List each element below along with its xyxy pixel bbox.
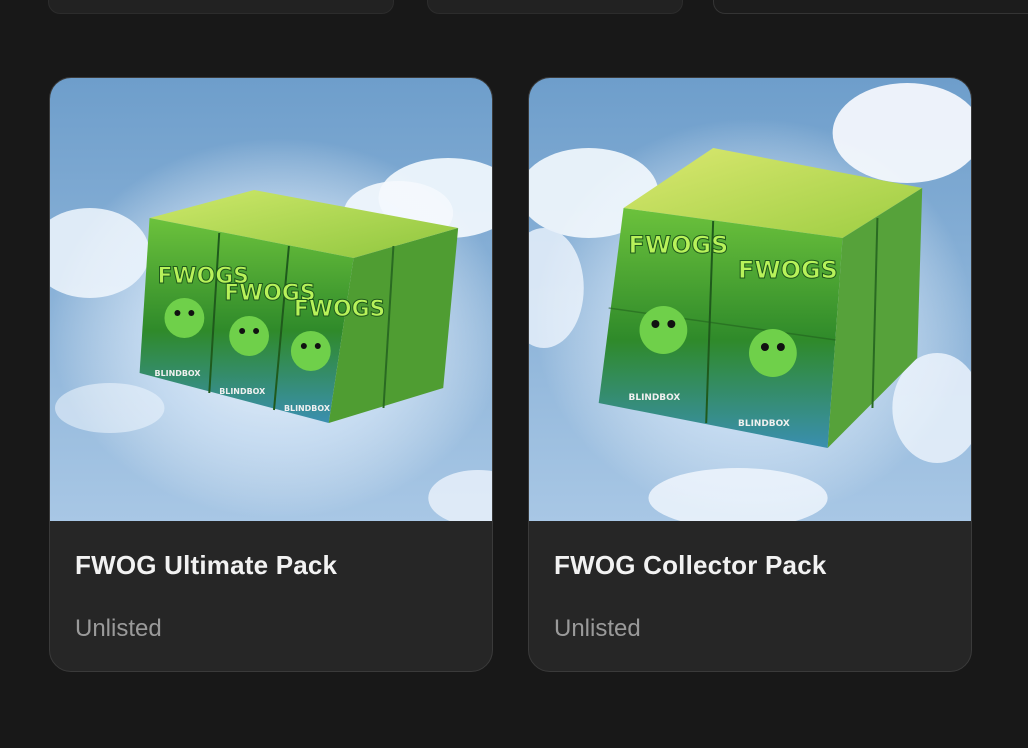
previous-row-card[interactable] (48, 0, 394, 14)
box-logo-text: FWOGS (629, 231, 729, 259)
fwog-ultimate-pack-image: FWOGS FWOGS FWOGS BLINDBOX BLINDBOX BLIN… (50, 78, 492, 521)
box-logo-text: FWOGS (294, 297, 385, 322)
box-bottom-text: BLINDBOX (629, 393, 681, 403)
pack-title: FWOG Ultimate Pack (75, 550, 338, 580)
pack-status: Unlisted (554, 615, 641, 642)
box-bottom-text: BLINDBOX (219, 387, 265, 396)
pack-card-collector[interactable]: FWOGS FWOGS BLINDBOX BLINDBOX FWOG Colle… (528, 77, 972, 672)
box-bottom-text: BLINDBOX (155, 369, 201, 378)
fwog-collector-pack-image: FWOGS FWOGS BLINDBOX BLINDBOX (529, 78, 971, 521)
pack-status: Unlisted (75, 615, 162, 642)
pack-title: FWOG Collector Pack (554, 550, 827, 580)
box-bottom-text: BLINDBOX (284, 404, 330, 413)
pack-card-ultimate[interactable]: FWOGS FWOGS FWOGS BLINDBOX BLINDBOX BLIN… (49, 77, 493, 672)
previous-row-card[interactable] (427, 0, 683, 14)
box-bottom-text: BLINDBOX (738, 419, 790, 429)
box-logo-text: FWOGS (738, 256, 838, 284)
previous-row-card[interactable] (713, 0, 1028, 14)
